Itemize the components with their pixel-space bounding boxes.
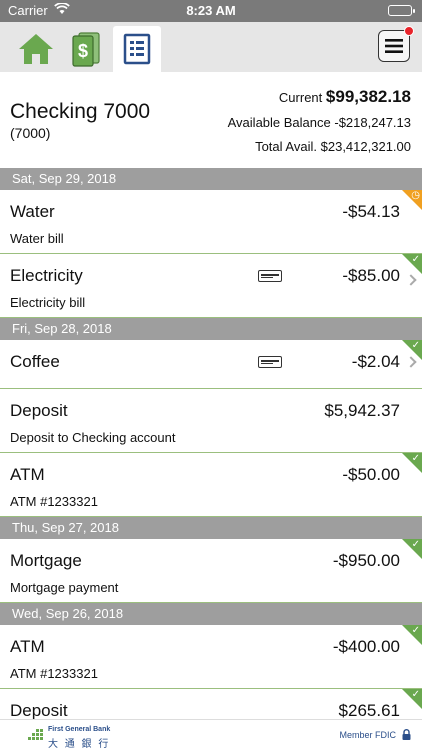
transaction-title: Deposit (10, 701, 68, 719)
transaction-amount: -$400.00 (332, 637, 400, 656)
date-header: Fri, Sep 28, 2018 (0, 318, 422, 340)
transaction-amount: -$950.00 (332, 551, 400, 570)
transaction-row[interactable]: Mortgage Mortgage payment -$950.00 ✓ (0, 539, 422, 603)
menu-button[interactable] (378, 26, 414, 62)
transaction-amount: $265.61 (338, 701, 400, 719)
card-icon (258, 356, 282, 368)
date-header: Wed, Sep 26, 2018 (0, 603, 422, 625)
transaction-list[interactable]: Sat, Sep 29, 2018 Water Water bill -$54.… (0, 168, 422, 719)
transaction-amount: $5,942.37 (324, 401, 400, 420)
transaction-description: ATM #1233321 (10, 494, 98, 509)
transaction-row[interactable]: Water Water bill -$54.13 ◷ (0, 190, 422, 254)
bill-pay-icon: $ (72, 32, 100, 67)
current-balance: Current $99,382.18 (278, 87, 411, 106)
transaction-title: Water (10, 202, 55, 221)
bank-logo-icon (28, 729, 43, 740)
transaction-row[interactable]: ATM ATM #1233321 -$400.00 ✓ (0, 625, 422, 689)
lock-icon (402, 729, 411, 740)
chevron-right-icon[interactable] (405, 274, 417, 286)
transaction-amount: -$2.04 (351, 352, 400, 371)
hamburger-menu-icon (385, 39, 403, 53)
transaction-row[interactable]: Electricity Electricity bill -$85.00 ✓ (0, 254, 422, 318)
transaction-title: Electricity (10, 266, 83, 285)
clock-icon: ◷ (411, 190, 420, 201)
bank-name-chinese: 大 通 銀 行 (48, 739, 111, 750)
account-name: Checking 7000 (10, 100, 151, 123)
home-icon (19, 34, 53, 64)
tab-statement[interactable] (113, 26, 161, 72)
checkmark-icon: ✓ (411, 625, 420, 636)
transaction-description: Mortgage payment (10, 580, 119, 595)
date-header: Thu, Sep 27, 2018 (0, 517, 422, 539)
transaction-row[interactable]: Coffee -$2.04 ✓ (0, 340, 422, 389)
transaction-amount: -$54.13 (342, 202, 400, 221)
transaction-title: ATM (10, 465, 45, 484)
tab-bill-pay[interactable]: $ (62, 26, 110, 72)
footer: First General Bank 大 通 銀 行 Member FDIC (0, 719, 422, 750)
account-number: (7000) (10, 125, 51, 141)
transaction-title: Deposit (10, 401, 68, 420)
transaction-title: ATM (10, 637, 45, 656)
transaction-amount: -$50.00 (342, 465, 400, 484)
status-bar: Carrier 8:23 AM (0, 0, 422, 22)
tab-home[interactable] (12, 26, 60, 72)
card-icon (258, 270, 282, 282)
fdic-label: Member FDIC (339, 730, 396, 740)
clock: 8:23 AM (186, 3, 236, 18)
statement-icon (123, 33, 151, 65)
current-balance-value: $99,382.18 (325, 87, 411, 106)
transaction-description: Electricity bill (10, 295, 86, 310)
transaction-title: Coffee (10, 352, 60, 371)
account-summary: Checking 7000 (7000) Current $99,382.18 … (0, 72, 422, 168)
total-available: Total Avail. $23,412,321.00 (255, 139, 411, 154)
checkmark-icon: ✓ (411, 453, 420, 464)
transaction-amount: -$85.00 (342, 266, 400, 285)
checkmark-icon: ✓ (411, 340, 420, 351)
top-nav: $ (0, 22, 422, 72)
transaction-row[interactable]: Deposit $265.61 ✓ (0, 689, 422, 719)
battery-icon (388, 5, 415, 16)
svg-text:$: $ (78, 41, 88, 61)
available-balance: Available Balance -$218,247.13 (227, 115, 411, 130)
transaction-row[interactable]: ATM ATM #1233321 -$50.00 ✓ (0, 453, 422, 517)
total-available-value: $23,412,321.00 (320, 139, 411, 154)
available-balance-value: -$218,247.13 (334, 115, 411, 130)
checkmark-icon: ✓ (411, 254, 420, 265)
transaction-title: Mortgage (10, 551, 82, 570)
transaction-row[interactable]: Deposit Deposit to Checking account $5,9… (0, 389, 422, 453)
date-header: Sat, Sep 29, 2018 (0, 168, 422, 190)
checkmark-icon: ✓ (411, 689, 420, 700)
notification-badge (404, 26, 414, 36)
transaction-description: Deposit to Checking account (10, 430, 176, 445)
transaction-description: ATM #1233321 (10, 666, 98, 681)
bank-name-english: First General Bank (48, 726, 111, 733)
checkmark-icon: ✓ (411, 539, 420, 550)
transaction-description: Water bill (10, 231, 64, 246)
